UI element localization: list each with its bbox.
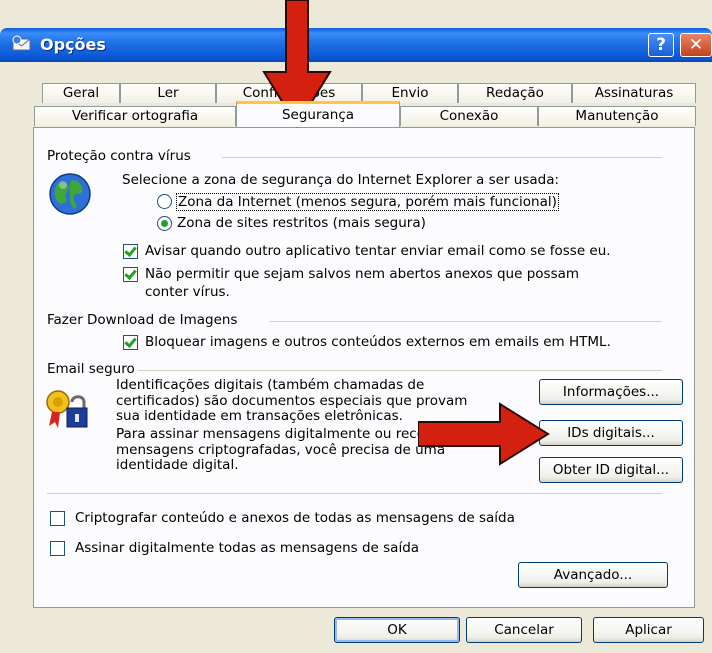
zone-restricted-radio[interactable]	[157, 216, 172, 231]
digital-ids-button[interactable]: IDs digitais...	[539, 420, 683, 446]
zone-internet-label[interactable]: Zona da Internet (menos segura, porém ma…	[176, 193, 559, 211]
images-group-label: Fazer Download de Imagens	[47, 312, 238, 328]
secure-email-group-label: Email seguro	[47, 361, 135, 377]
images-group-divider	[270, 321, 662, 322]
title-bar: Opções ? ✕	[0, 28, 712, 62]
warn-impersonation-checkbox[interactable]	[123, 244, 138, 259]
tab-ler[interactable]: Ler	[120, 83, 216, 103]
close-button[interactable]: ✕	[680, 33, 712, 57]
virus-group-divider	[222, 157, 662, 158]
encrypt-outgoing-checkbox[interactable]	[50, 511, 65, 526]
get-digital-id-button[interactable]: Obter ID digital...	[539, 457, 683, 483]
digital-id-description-1: Identificações digitais (também chamadas…	[116, 377, 468, 424]
tab-assinaturas[interactable]: Assinaturas	[572, 83, 696, 103]
ok-button[interactable]: OK	[334, 617, 460, 643]
zone-prompt: Selecione a zona de segurança do Interne…	[122, 172, 560, 188]
globe-icon	[49, 173, 91, 215]
red-arrow-right-icon	[418, 402, 550, 466]
warn-impersonation-label[interactable]: Avisar quando outro aplicativo tentar en…	[145, 243, 611, 259]
tab-conexao[interactable]: Conexão	[400, 106, 538, 126]
apply-button[interactable]: Aplicar	[593, 617, 704, 643]
virus-group-label: Proteção contra vírus	[47, 148, 191, 164]
block-images-label[interactable]: Bloquear imagens e outros conteúdos exte…	[145, 334, 611, 350]
digital-id-description-2: Para assinar mensagens digitalmente ou r…	[116, 426, 448, 473]
sign-outgoing-label[interactable]: Assinar digitalmente todas as mensagens …	[75, 540, 419, 556]
block-attachments-label[interactable]: Não permitir que sejam salvos nem aberto…	[145, 266, 579, 282]
certificate-lock-icon	[46, 390, 88, 428]
tab-verificar-ortografia[interactable]: Verificar ortografia	[34, 106, 236, 126]
tab-geral[interactable]: Geral	[42, 83, 120, 103]
tab-seguranca[interactable]: Segurança	[236, 101, 400, 127]
block-attachments-label-cont[interactable]: conter vírus.	[145, 284, 230, 300]
help-button[interactable]: ?	[648, 33, 674, 57]
zone-restricted-label[interactable]: Zona de sites restritos (mais segura)	[177, 215, 426, 231]
sign-outgoing-checkbox[interactable]	[50, 541, 65, 556]
outlook-envelope-icon	[12, 35, 31, 51]
security-tab-panel: Proteção contra vírus Selecione a zona d…	[33, 127, 695, 608]
options-dialog: Opções ? ✕ Geral Ler Confirmações Envio …	[0, 0, 712, 653]
advanced-button[interactable]: Avançado...	[518, 562, 668, 588]
block-attachments-checkbox[interactable]	[123, 267, 138, 282]
tab-envio[interactable]: Envio	[362, 83, 458, 103]
block-images-checkbox[interactable]	[123, 335, 138, 350]
cancel-button[interactable]: Cancelar	[466, 617, 582, 643]
tab-manutencao[interactable]: Manutenção	[538, 106, 696, 126]
window-title: Opções	[40, 35, 106, 54]
encrypt-outgoing-label[interactable]: Criptografar conteúdo e anexos de todas …	[75, 510, 515, 526]
zone-internet-radio[interactable]	[157, 194, 172, 209]
secure-email-group-divider	[138, 370, 662, 371]
secure-email-bottom-divider	[47, 493, 662, 494]
tab-redacao[interactable]: Redação	[458, 83, 572, 103]
info-button[interactable]: Informações...	[539, 379, 683, 405]
